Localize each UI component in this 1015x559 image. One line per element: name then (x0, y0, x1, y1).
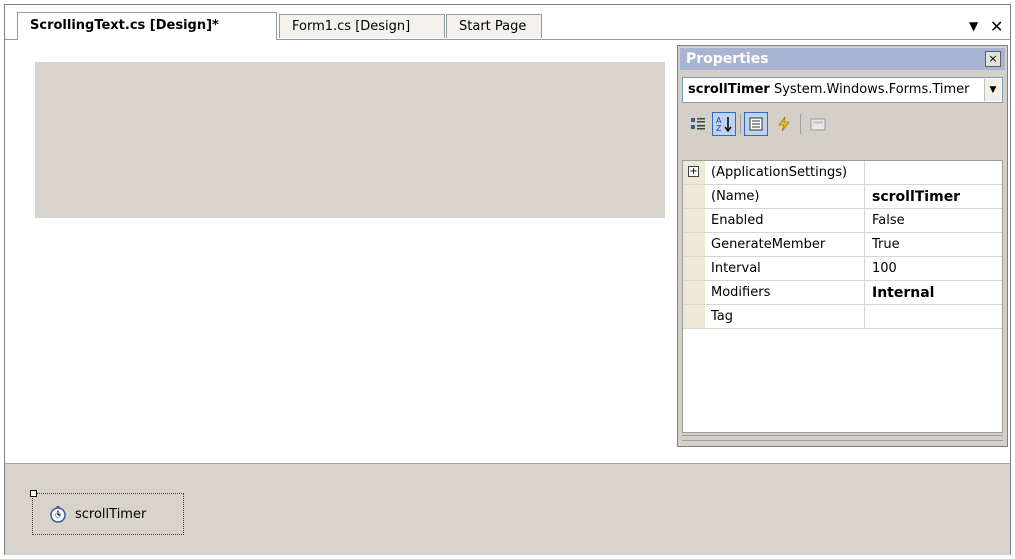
property-value[interactable]: Internal (866, 281, 1002, 304)
property-value[interactable]: True (866, 233, 1002, 256)
properties-toolbar: AZ (682, 110, 1003, 140)
categorized-icon[interactable] (686, 112, 710, 136)
chevron-down-icon[interactable]: ▼ (969, 19, 978, 33)
property-value[interactable]: 100 (866, 257, 1002, 280)
alphabetical-icon[interactable]: AZ (712, 112, 736, 136)
close-icon[interactable]: ✕ (990, 17, 1003, 36)
timer-icon (50, 506, 66, 523)
toolbar-separator (740, 114, 741, 134)
property-value[interactable] (866, 305, 1002, 328)
property-name: (ApplicationSettings) (705, 161, 865, 184)
property-grid: + (ApplicationSettings) (Name) scrollTim… (682, 160, 1003, 433)
property-pages-icon[interactable] (806, 112, 830, 136)
tray-component-scrolltimer[interactable]: scrollTimer (30, 490, 184, 535)
object-type: System.Windows.Forms.Timer (773, 82, 970, 97)
property-row[interactable]: Enabled False (683, 209, 1002, 233)
property-name: Interval (705, 257, 865, 280)
form-preview[interactable] (35, 62, 665, 218)
chevron-down-icon[interactable]: ▼ (984, 79, 1001, 101)
toolbar-separator (800, 114, 801, 134)
property-row[interactable]: Interval 100 (683, 257, 1002, 281)
property-row[interactable]: + (ApplicationSettings) (683, 161, 1002, 185)
tab-start-page[interactable]: Start Page (446, 14, 542, 38)
selection-grab-handle[interactable] (30, 490, 37, 497)
property-name: (Name) (705, 185, 865, 208)
property-value[interactable]: scrollTimer (866, 185, 1002, 208)
expand-plus-icon[interactable]: + (688, 166, 699, 177)
document-tab-strip: ScrollingText.cs [Design]* Form1.cs [Des… (5, 5, 1010, 40)
property-row[interactable]: GenerateMember True (683, 233, 1002, 257)
designer-window: ScrollingText.cs [Design]* Form1.cs [Des… (4, 4, 1011, 555)
description-splitter[interactable] (682, 435, 1003, 441)
properties-window: Properties × scrollTimer System.Windows.… (677, 45, 1008, 447)
tab-label: Start Page (459, 19, 527, 34)
object-name: scrollTimer (688, 82, 770, 97)
properties-title: Properties (686, 51, 769, 67)
property-value[interactable]: False (866, 209, 1002, 232)
property-name: GenerateMember (705, 233, 865, 256)
svg-text:Z: Z (716, 124, 722, 133)
property-name: Enabled (705, 209, 865, 232)
events-icon[interactable] (772, 112, 796, 136)
property-value[interactable] (866, 161, 1002, 184)
close-icon[interactable]: × (985, 51, 1001, 67)
property-name: Modifiers (705, 281, 865, 304)
property-row[interactable]: Tag (683, 305, 1002, 329)
properties-title-bar[interactable]: Properties × (680, 48, 1005, 70)
property-name: Tag (705, 305, 865, 328)
tab-form1-design[interactable]: Form1.cs [Design] (279, 14, 445, 38)
property-row[interactable]: (Name) scrollTimer (683, 185, 1002, 209)
tray-component-label: scrollTimer (75, 506, 147, 522)
object-selector[interactable]: scrollTimer System.Windows.Forms.Timer ▼ (682, 77, 1003, 103)
property-row[interactable]: Modifiers Internal (683, 281, 1002, 305)
tab-label: Form1.cs [Design] (292, 19, 411, 34)
tab-label: ScrollingText.cs [Design]* (30, 18, 219, 33)
tab-scrollingtext-design[interactable]: ScrollingText.cs [Design]* (17, 12, 277, 40)
component-tray: scrollTimer (5, 463, 1010, 555)
properties-icon[interactable] (744, 112, 768, 136)
